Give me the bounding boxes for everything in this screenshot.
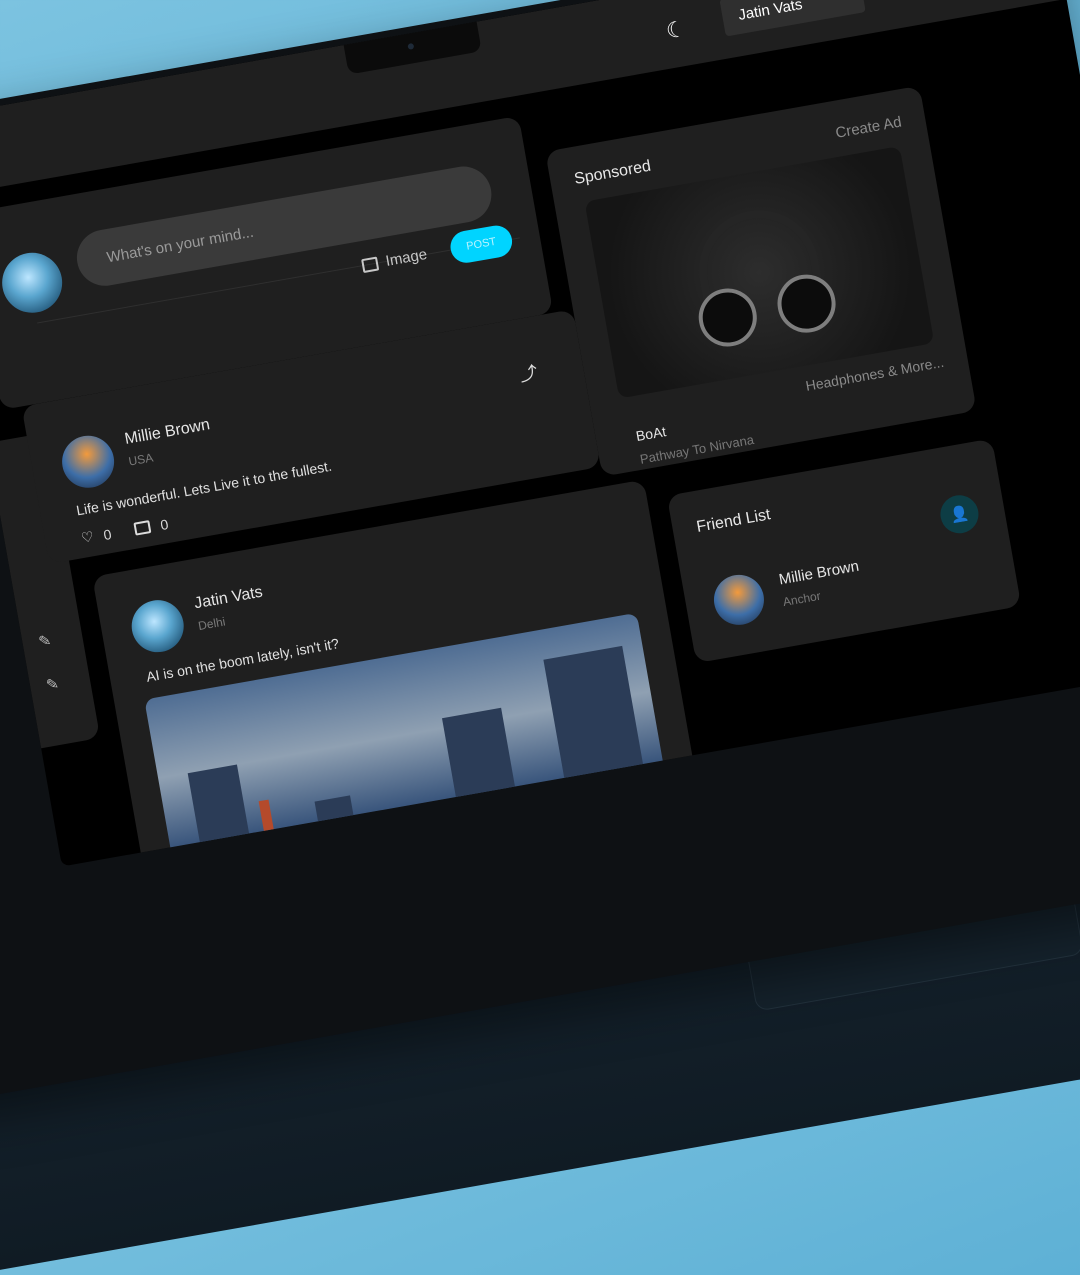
post-input-placeholder: What's on your mind... <box>105 223 255 266</box>
sponsored-card: Sponsored Create Ad Headphones & More...… <box>545 85 977 477</box>
ad-brand: BoAt <box>634 423 668 445</box>
poster-name[interactable]: Millie Brown <box>123 416 211 449</box>
friend-list-title: Friend List <box>695 506 772 536</box>
post-actions: ♡ 0 0 <box>80 515 170 547</box>
user-dropdown-label: Jatin Vats <box>736 0 804 24</box>
like-button[interactable]: ♡ 0 <box>80 525 113 547</box>
poster-location: USA <box>127 450 155 469</box>
image-upload-label: Image <box>384 245 429 270</box>
image-icon <box>360 256 380 273</box>
post-input[interactable]: What's on your mind... <box>72 162 496 291</box>
poster-location: Delhi <box>197 614 227 634</box>
camera-dot <box>407 42 415 50</box>
user-dropdown[interactable]: Jatin Vats ▼ <box>719 0 866 37</box>
avatar <box>710 570 768 629</box>
share-icon[interactable]: ⤴ <box>517 359 539 388</box>
friend-name[interactable]: Millie Brown <box>778 558 861 589</box>
avatar <box>127 596 188 657</box>
avatar <box>0 248 67 318</box>
like-count: 0 <box>102 525 113 543</box>
heart-icon: ♡ <box>79 528 96 546</box>
comment-count: 0 <box>159 515 170 533</box>
sponsored-label: Sponsored <box>572 157 653 188</box>
post-button[interactable]: POST <box>447 223 515 266</box>
create-ad-link[interactable]: Create Ad <box>834 114 903 142</box>
comment-icon <box>133 519 152 536</box>
chevron-down-icon: ▼ <box>837 0 850 1</box>
moon-icon[interactable]: ☾ <box>664 16 688 45</box>
comment-button[interactable]: 0 <box>133 515 170 537</box>
image-upload-button[interactable]: Image <box>360 245 429 274</box>
ad-image[interactable] <box>584 146 935 399</box>
friend-list-card: Friend List 👤 Millie Brown Anchor <box>666 438 1022 664</box>
friend-role: Anchor <box>781 588 822 610</box>
remove-friend-icon[interactable]: 👤 <box>937 492 982 537</box>
poster-name[interactable]: Jatin Vats <box>193 584 264 614</box>
edit-icon[interactable]: ✎ <box>37 631 52 651</box>
edit-icon[interactable]: ✎ <box>45 674 60 694</box>
avatar <box>57 431 119 492</box>
